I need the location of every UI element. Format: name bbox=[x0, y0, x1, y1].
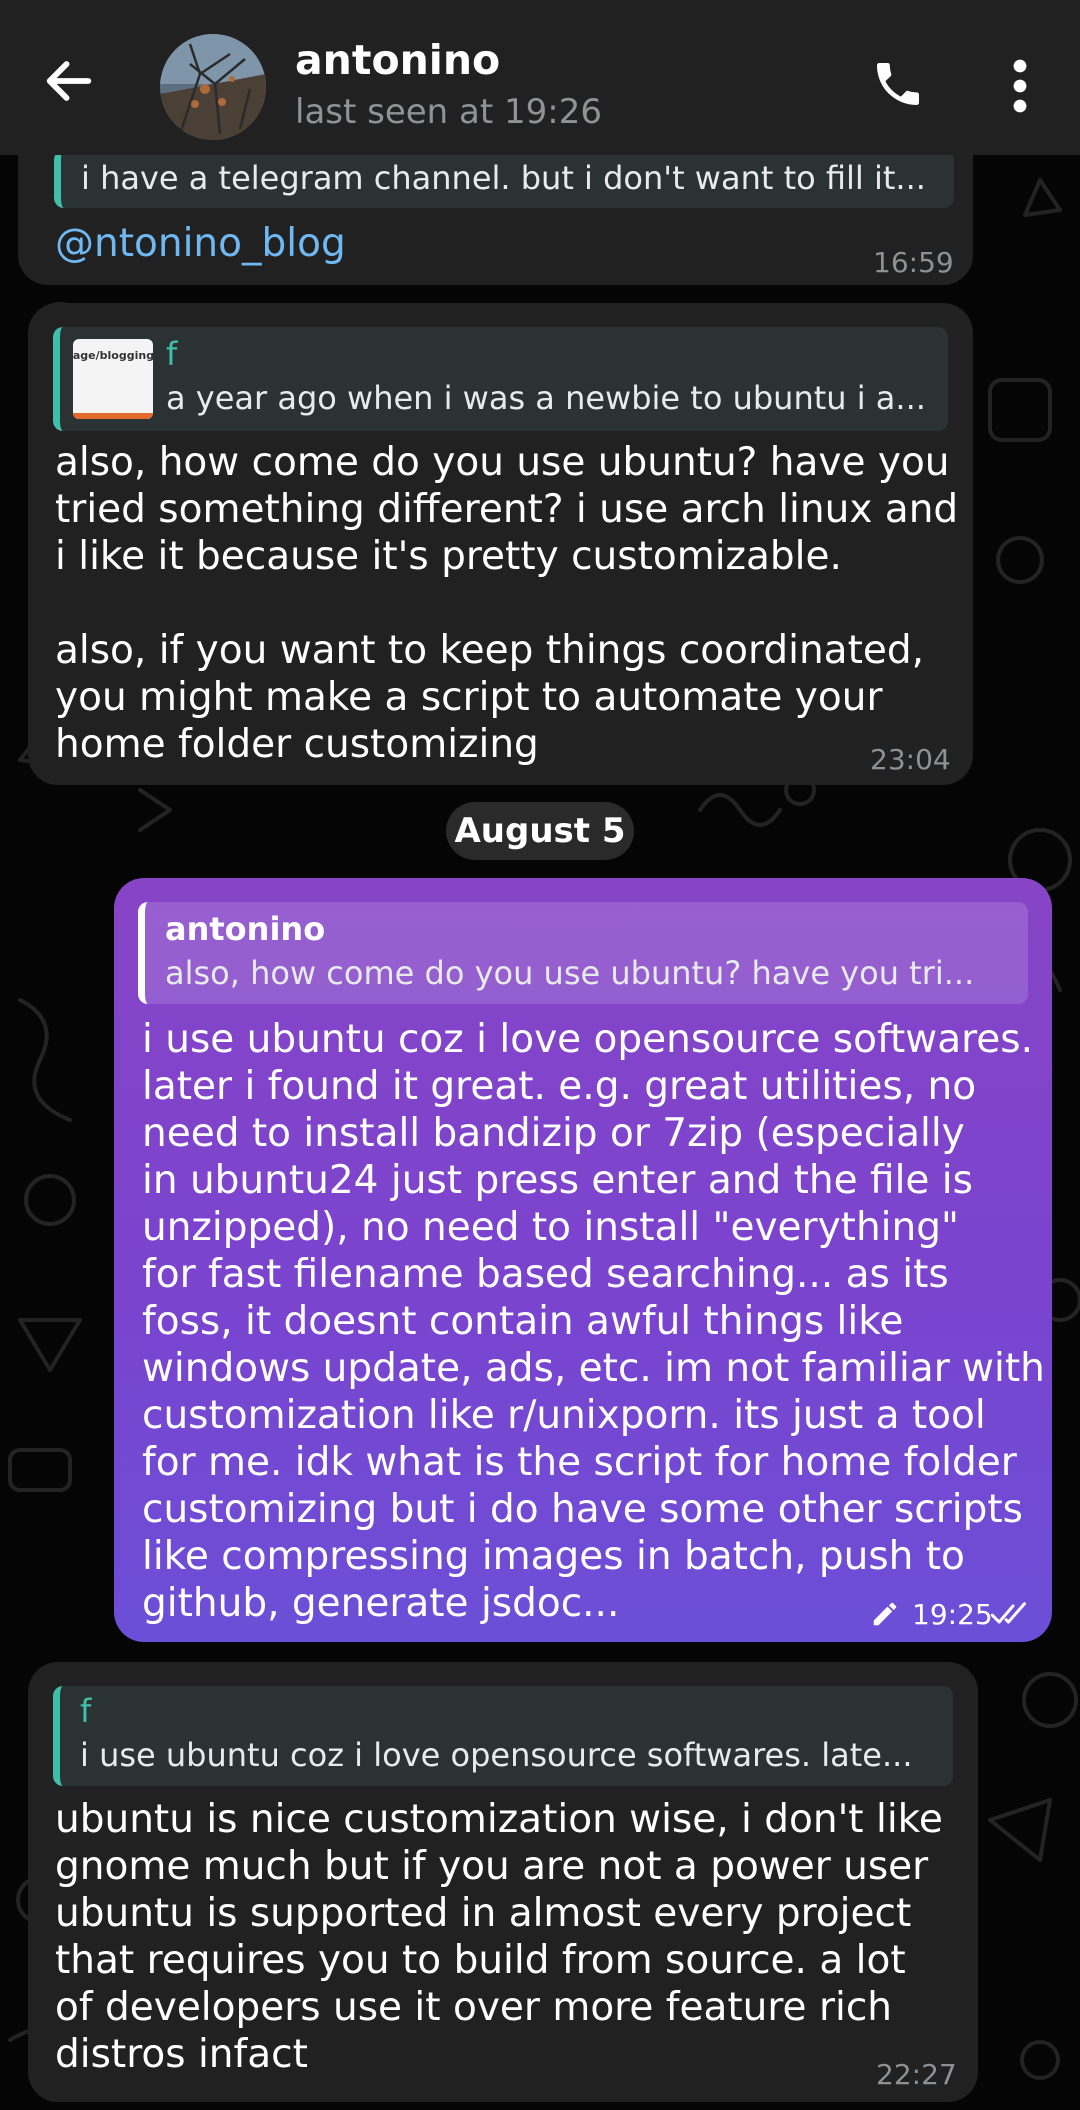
reply-sender-name: f bbox=[166, 335, 178, 373]
more-vertical-icon[interactable] bbox=[1000, 58, 1040, 114]
peer-status: last seen at 19:26 bbox=[295, 92, 602, 132]
outgoing-message-bubble[interactable]: antonino also, how come do you use ubunt… bbox=[114, 878, 1052, 1642]
phone-icon[interactable] bbox=[870, 56, 926, 112]
reply-thumbnail: page/blogging bbox=[73, 339, 153, 419]
reply-preview[interactable]: page/blogging f a year ago when i was a … bbox=[53, 327, 948, 431]
incoming-message-bubble[interactable]: page/blogging f a year ago when i was a … bbox=[28, 303, 973, 785]
avatar[interactable] bbox=[160, 34, 266, 140]
message-time: 16:59 bbox=[873, 246, 954, 279]
message-time: 23:04 bbox=[870, 743, 951, 776]
date-separator: August 5 bbox=[446, 802, 634, 860]
reply-preview[interactable]: f i use ubuntu coz i love opensource sof… bbox=[53, 1686, 953, 1786]
double-check-icon bbox=[990, 1602, 1026, 1624]
message-text: also, how come do you use ubuntu? have y… bbox=[55, 440, 959, 767]
incoming-message-bubble[interactable]: f i use ubuntu coz i love opensource sof… bbox=[28, 1662, 978, 2102]
chat-header: antonino last seen at 19:26 bbox=[0, 0, 1080, 155]
reply-sender-name: antonino bbox=[165, 910, 326, 948]
message-text: ubuntu is nice customization wise, i don… bbox=[55, 1797, 943, 2077]
peer-name[interactable]: antonino bbox=[295, 36, 500, 84]
reply-text: a year ago when i was a newbie to ubuntu… bbox=[166, 379, 926, 417]
message-time: 22:27 bbox=[876, 2058, 957, 2091]
message-text: i use ubuntu coz i love opensource softw… bbox=[142, 1017, 1045, 1626]
reply-sender-name: f bbox=[80, 1692, 92, 1730]
channel-link[interactable]: @ntonino_blog bbox=[55, 220, 346, 267]
reply-text: i have a telegram channel. but i don't w… bbox=[81, 159, 926, 197]
reply-text: i use ubuntu coz i love opensource softw… bbox=[80, 1736, 913, 1774]
reply-text: also, how come do you use ubuntu? have y… bbox=[165, 954, 975, 992]
reply-preview[interactable]: antonino also, how come do you use ubunt… bbox=[138, 902, 1028, 1004]
edit-pencil-icon bbox=[873, 1602, 897, 1626]
back-arrow-icon[interactable] bbox=[40, 52, 98, 110]
message-time: 19:25 bbox=[912, 1598, 993, 1631]
reply-preview[interactable]: i have a telegram channel. but i don't w… bbox=[54, 150, 954, 208]
